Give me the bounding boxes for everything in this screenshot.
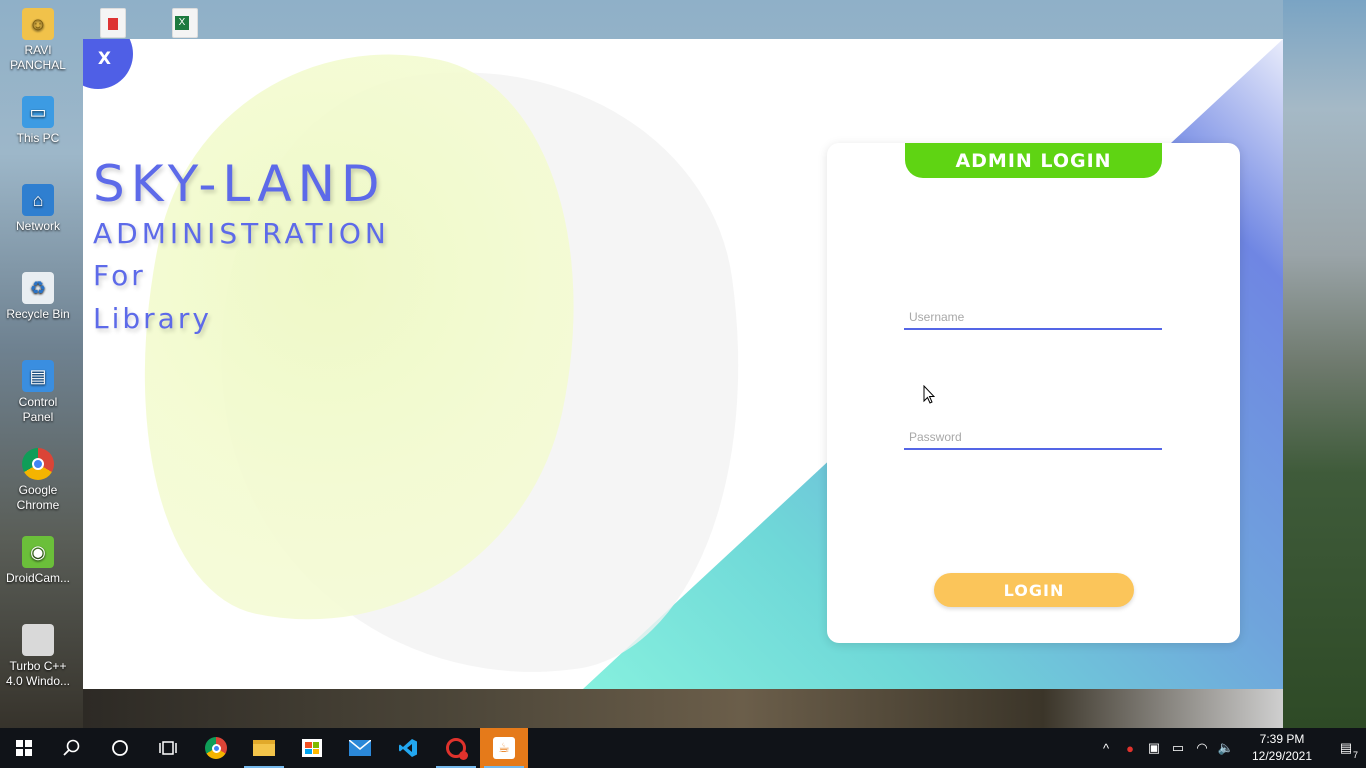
- notification-count: 7: [1352, 750, 1358, 760]
- desktop-icon-label: Google Chrome: [16, 483, 60, 512]
- login-window: X SKY-LAND ADMINISTRATION For Library AD…: [83, 39, 1283, 689]
- desktop-icon-label: Turbo C++ 4.0 Windo...: [5, 659, 71, 688]
- close-button[interactable]: X: [83, 39, 133, 89]
- turbo-cpp-icon: [22, 624, 54, 656]
- desktop-icon-network[interactable]: ⌂ Network: [2, 184, 74, 234]
- chrome-icon: [22, 448, 54, 480]
- taskbar: ☕ ^ ● ▣ ▭ ◠ 🔈 7:39 PM 12/29/2021 ▤ 7: [0, 728, 1366, 768]
- taskbar-store[interactable]: [288, 728, 336, 768]
- desktop-wallpaper-right: [1283, 0, 1366, 728]
- task-view-icon: [159, 741, 177, 755]
- user-folder-icon: ☺: [22, 8, 54, 40]
- excel-file-icon[interactable]: X: [172, 8, 198, 38]
- taskbar-chrome[interactable]: [192, 728, 240, 768]
- desktop-icon-label: RAVI PANCHAL: [10, 43, 66, 72]
- desktop-icon-recycle-bin[interactable]: ♻ Recycle Bin: [2, 272, 74, 322]
- desktop-icon-user-folder[interactable]: ☺ RAVI PANCHAL: [2, 8, 74, 73]
- mouse-cursor-icon: [923, 385, 935, 404]
- brand-subtitle: ADMINISTRATION: [93, 217, 390, 250]
- windows-logo-icon: [16, 740, 32, 756]
- close-icon: X: [97, 49, 111, 69]
- desktop-icon-label: Recycle Bin: [6, 307, 70, 321]
- clock-time: 7:39 PM: [1259, 732, 1305, 746]
- brand-line-library: Library: [93, 302, 212, 335]
- wifi-icon[interactable]: ◠: [1190, 740, 1214, 756]
- search-button[interactable]: [48, 728, 96, 768]
- desktop-icon-control-panel[interactable]: ▤ Control Panel: [2, 360, 74, 425]
- mail-icon: [349, 740, 371, 756]
- network-icon: ⌂: [22, 184, 54, 216]
- taskbar-recorder[interactable]: [432, 728, 480, 768]
- java-icon: ☕: [493, 737, 515, 759]
- chrome-icon: [205, 737, 227, 759]
- record-indicator-icon[interactable]: ●: [1118, 741, 1142, 756]
- username-field[interactable]: [904, 300, 1162, 330]
- droidcam-icon: ◉: [22, 536, 54, 568]
- login-card: ADMIN LOGIN LOGIN: [827, 143, 1240, 643]
- password-field[interactable]: [904, 420, 1162, 450]
- computer-icon: ▭: [22, 96, 54, 128]
- clock-date: 12/29/2021: [1251, 749, 1313, 763]
- desktop-icon-droidcam[interactable]: ◉ DroidCam...: [2, 536, 74, 586]
- camera-icon[interactable]: ▣: [1142, 740, 1166, 756]
- volume-icon[interactable]: 🔈: [1214, 740, 1238, 756]
- desktop-icon-label: Network: [15, 219, 60, 233]
- vscode-icon: [399, 739, 417, 757]
- start-button[interactable]: [0, 728, 48, 768]
- control-panel-icon: ▤: [22, 360, 54, 392]
- desktop-icon-label: Control Panel: [18, 395, 58, 424]
- login-card-header: ADMIN LOGIN: [905, 143, 1162, 178]
- battery-icon[interactable]: ▭: [1166, 740, 1190, 756]
- store-icon: [302, 739, 322, 757]
- brand-block: SKY-LAND ADMINISTRATION For Library: [93, 154, 390, 340]
- system-tray: ^ ● ▣ ▭ ◠ 🔈 7:39 PM 12/29/2021 ▤ 7: [1094, 728, 1366, 768]
- search-icon: [63, 739, 80, 756]
- brand-title: SKY-LAND: [93, 155, 386, 213]
- taskbar-mail[interactable]: [336, 728, 384, 768]
- desktop-icon-label: This PC: [16, 131, 60, 145]
- taskbar-java[interactable]: ☕: [480, 728, 528, 768]
- show-hidden-icons-chevron-icon[interactable]: ^: [1094, 741, 1118, 756]
- login-button[interactable]: LOGIN: [934, 573, 1134, 607]
- taskbar-file-explorer[interactable]: [240, 728, 288, 768]
- file-explorer-icon: [253, 740, 275, 756]
- document-file-icon[interactable]: [100, 8, 126, 38]
- desktop-icon-chrome[interactable]: Google Chrome: [2, 448, 74, 513]
- brand-line-for: For: [93, 259, 146, 292]
- recycle-bin-icon: ♻: [22, 272, 54, 304]
- recorder-icon: [446, 738, 468, 760]
- clock[interactable]: 7:39 PM 12/29/2021: [1242, 731, 1322, 765]
- desktop-icon-label: DroidCam...: [5, 571, 70, 585]
- cortana-icon: [112, 740, 128, 756]
- taskbar-vscode[interactable]: [384, 728, 432, 768]
- desktop-icon-this-pc[interactable]: ▭ This PC: [2, 96, 74, 146]
- cortana-button[interactable]: [96, 728, 144, 768]
- desktop-icon-turbo-cpp[interactable]: Turbo C++ 4.0 Windo...: [2, 624, 74, 689]
- task-view-button[interactable]: [144, 728, 192, 768]
- desktop-wallpaper-bottom: [83, 689, 1283, 728]
- notification-center-icon[interactable]: ▤ 7: [1326, 740, 1366, 760]
